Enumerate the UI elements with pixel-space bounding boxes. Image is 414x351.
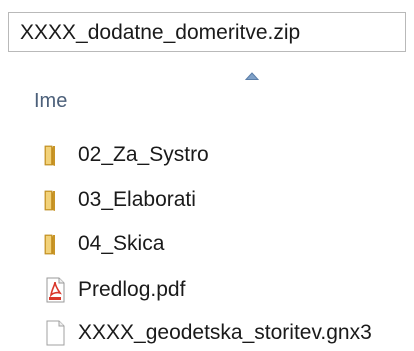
list-item-folder-02-za-systro[interactable]: 02_Za_Systro — [34, 137, 406, 173]
list-item-file-predlog-pdf[interactable]: Predlog.pdf — [34, 272, 406, 308]
list-item-label: XXXX_geodetska_storitev.gnx3 — [78, 321, 372, 344]
column-header-row: Ime — [0, 64, 414, 124]
list-item-folder-03-elaborati[interactable]: 03_Elaborati — [34, 182, 406, 218]
list-item-label: Predlog.pdf — [78, 278, 186, 301]
column-header-name[interactable]: Ime — [34, 90, 67, 113]
folder-icon — [44, 234, 55, 255]
list-item-label: 02_Za_Systro — [78, 143, 209, 166]
list-item-label: 03_Elaborati — [78, 188, 196, 211]
sort-ascending-icon — [245, 72, 259, 80]
pdf-file-icon — [46, 277, 65, 303]
address-bar-path: XXXX_dodatne_domeritve.zip — [20, 21, 301, 44]
list-item-folder-04-skica[interactable]: 04_Skica — [34, 226, 406, 262]
generic-file-icon — [46, 320, 65, 346]
folder-icon — [44, 190, 55, 211]
address-bar[interactable]: XXXX_dodatne_domeritve.zip — [8, 12, 406, 52]
folder-icon — [44, 145, 55, 166]
list-item-label: 04_Skica — [78, 232, 165, 255]
list-item-file-geodetska-storitev-gnx3[interactable]: XXXX_geodetska_storitev.gnx3 — [34, 315, 406, 351]
file-explorer-window: XXXX_dodatne_domeritve.zip Ime 02_Za_Sys… — [0, 0, 414, 347]
